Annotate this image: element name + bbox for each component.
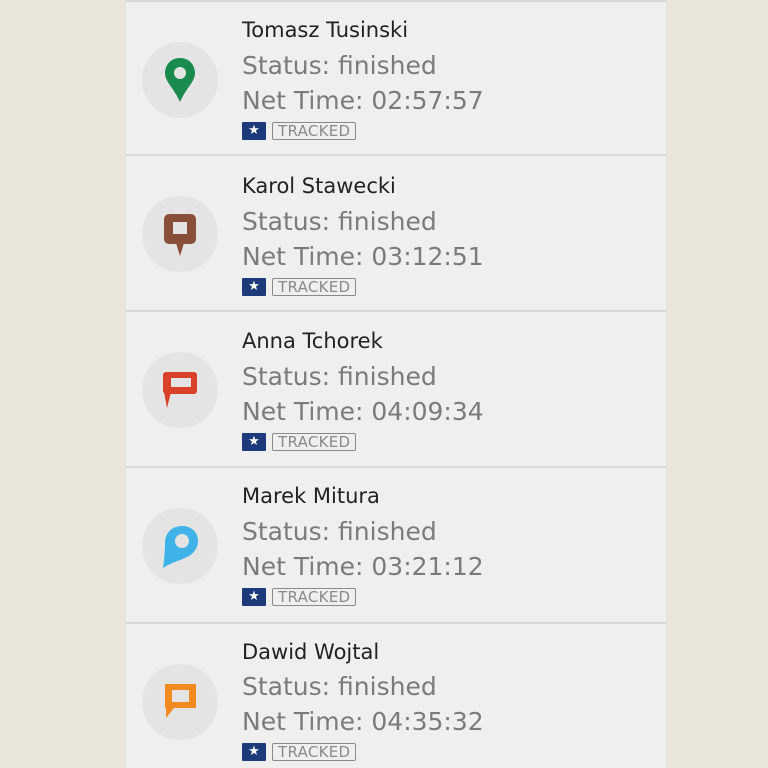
tracked-badge: TRACKED <box>272 743 357 761</box>
red-flag-pin-icon <box>142 352 218 428</box>
badge-group: ★ TRACKED <box>242 587 357 607</box>
star-icon: ★ <box>242 743 266 761</box>
green-round-pin-icon <box>142 42 218 118</box>
participant-net-time: Net Time: 03:12:51 <box>242 242 484 271</box>
star-icon: ★ <box>242 278 266 296</box>
badge-group: ★ TRACKED <box>242 432 357 452</box>
participant-name: Tomasz Tusinski <box>242 18 409 42</box>
participant-status: Status: finished <box>242 51 437 80</box>
orange-speech-pin-icon <box>142 664 218 740</box>
badge-group: ★ TRACKED <box>242 277 357 297</box>
badge-group: ★ TRACKED <box>242 742 357 762</box>
tracked-badge: TRACKED <box>272 122 357 140</box>
participant-status: Status: finished <box>242 362 437 391</box>
participant-list: Tomasz Tusinski Status: finished Net Tim… <box>126 0 666 768</box>
list-item[interactable]: Tomasz Tusinski Status: finished Net Tim… <box>126 2 666 156</box>
list-item[interactable]: Dawid Wojtal Status: finished Net Time: … <box>126 626 666 768</box>
participant-net-time: Net Time: 02:57:57 <box>242 86 484 115</box>
participant-name: Marek Mitura <box>242 484 380 508</box>
participant-net-time: Net Time: 03:21:12 <box>242 552 484 581</box>
participant-name: Dawid Wojtal <box>242 640 380 664</box>
participant-status: Status: finished <box>242 672 437 701</box>
badge-group: ★ TRACKED <box>242 121 357 141</box>
list-item[interactable]: Marek Mitura Status: finished Net Time: … <box>126 470 666 624</box>
participant-name: Karol Stawecki <box>242 174 396 198</box>
star-icon: ★ <box>242 588 266 606</box>
brown-square-pin-icon <box>142 196 218 272</box>
participant-status: Status: finished <box>242 207 437 236</box>
blue-teardrop-pin-icon <box>142 508 218 584</box>
participant-status: Status: finished <box>242 517 437 546</box>
participant-net-time: Net Time: 04:35:32 <box>242 707 484 736</box>
star-icon: ★ <box>242 122 266 140</box>
participant-net-time: Net Time: 04:09:34 <box>242 397 484 426</box>
tracked-badge: TRACKED <box>272 588 357 606</box>
list-item[interactable]: Karol Stawecki Status: finished Net Time… <box>126 158 666 312</box>
tracked-badge: TRACKED <box>272 433 357 451</box>
star-icon: ★ <box>242 433 266 451</box>
list-item[interactable]: Anna Tchorek Status: finished Net Time: … <box>126 314 666 468</box>
tracked-badge: TRACKED <box>272 278 357 296</box>
participant-name: Anna Tchorek <box>242 329 383 353</box>
